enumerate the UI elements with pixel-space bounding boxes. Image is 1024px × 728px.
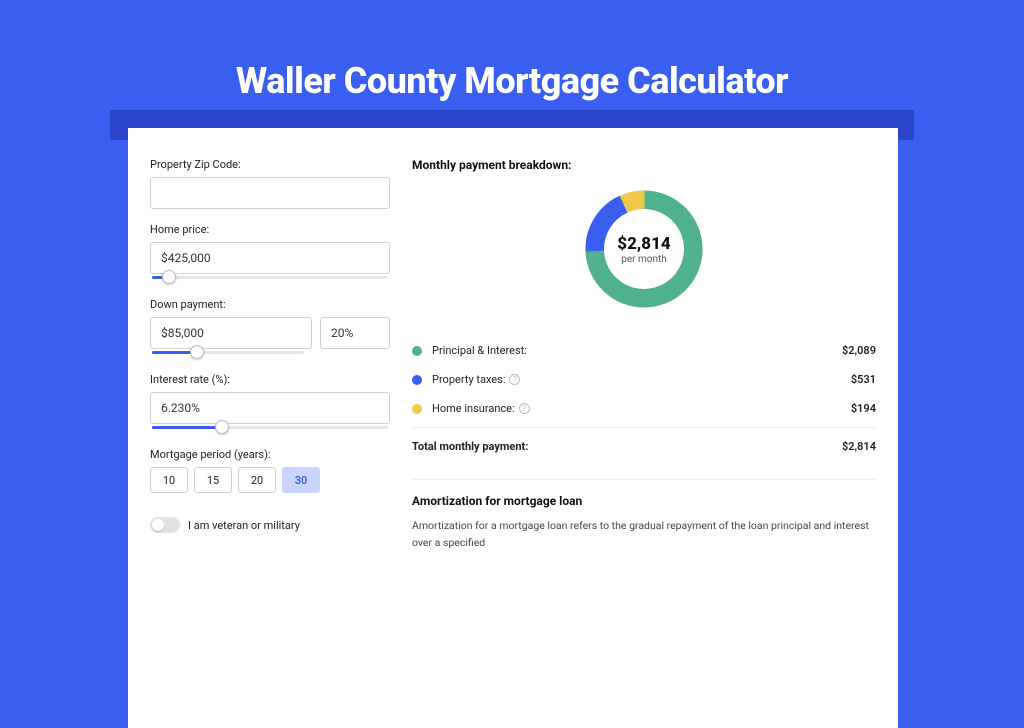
period-15[interactable]: 15 [194,467,232,493]
down-label: Down payment: [150,298,390,311]
down-slider[interactable] [150,347,306,359]
info-icon[interactable]: ? [519,403,530,414]
legend-amount-total: $2,814 [842,440,876,453]
price-input[interactable] [150,242,390,274]
zip-group: Property Zip Code: [150,158,390,209]
veteran-label: I am veteran or military [188,519,300,532]
period-label: Mortgage period (years): [150,448,390,461]
legend-label: Home insurance: [432,402,515,415]
veteran-row: I am veteran or military [150,517,390,533]
down-group: Down payment: [150,298,390,359]
legend-row-total: Total monthly payment: $2,814 [412,427,876,461]
donut-total: $2,814 [617,234,670,254]
zip-input[interactable] [150,177,390,209]
legend-amount: $2,089 [842,344,876,357]
dot-icon [412,346,422,356]
rate-group: Interest rate (%): [150,373,390,434]
legend-row-principal: Principal & Interest: $2,089 [412,336,876,365]
rate-input[interactable] [150,392,390,424]
legend-row-insurance: Home insurance: ? $194 [412,394,876,423]
legend-label-total: Total monthly payment: [412,440,528,453]
price-group: Home price: [150,223,390,284]
period-group: Mortgage period (years): 10 15 20 30 [150,448,390,493]
legend-label: Principal & Interest: [432,344,527,357]
breakdown-column: Monthly payment breakdown: $2,814 per [412,158,876,552]
period-20[interactable]: 20 [238,467,276,493]
amortization-section: Amortization for mortgage loan Amortizat… [412,479,876,552]
down-amount-input[interactable] [150,317,312,349]
rate-slider[interactable] [150,422,390,434]
calculator-card: Property Zip Code: Home price: Down paym… [128,128,898,728]
form-column: Property Zip Code: Home price: Down paym… [150,158,390,552]
period-options: 10 15 20 30 [150,467,390,493]
dot-icon [412,375,422,385]
price-slider[interactable] [150,272,390,284]
amortization-text: Amortization for a mortgage loan refers … [412,518,876,552]
period-30[interactable]: 30 [282,467,320,493]
donut-sub: per month [621,254,667,265]
amortization-title: Amortization for mortgage loan [412,494,876,508]
legend-amount: $531 [851,373,876,386]
legend-label: Property taxes: [432,373,505,386]
legend: Principal & Interest: $2,089 Property ta… [412,336,876,461]
breakdown-title: Monthly payment breakdown: [412,158,876,172]
legend-amount: $194 [851,402,876,415]
rate-label: Interest rate (%): [150,373,390,386]
down-percent-input[interactable] [320,317,390,349]
zip-label: Property Zip Code: [150,158,390,171]
price-label: Home price: [150,223,390,236]
veteran-toggle[interactable] [150,517,180,533]
info-icon[interactable]: ? [509,374,520,385]
breakdown-donut: $2,814 per month [579,184,709,314]
legend-row-taxes: Property taxes: ? $531 [412,365,876,394]
dot-icon [412,404,422,414]
period-10[interactable]: 10 [150,467,188,493]
page-title: Waller County Mortgage Calculator [0,0,1024,102]
